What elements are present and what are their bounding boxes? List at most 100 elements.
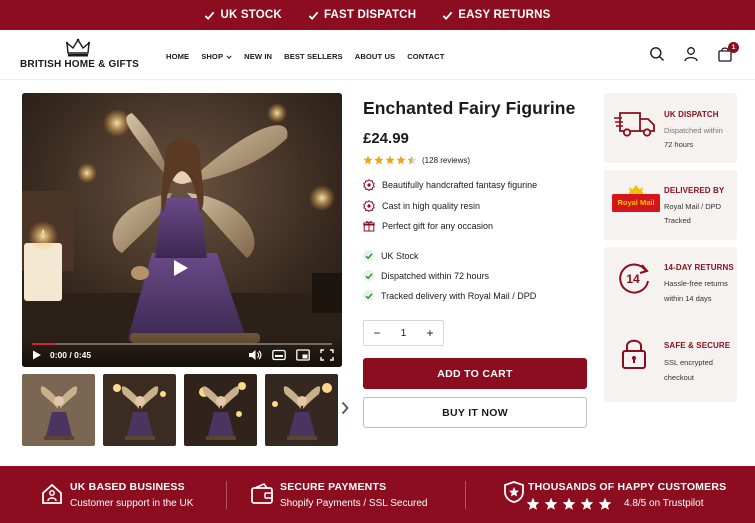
- rosette-icon: [363, 199, 375, 212]
- thumbnail-image: [22, 374, 95, 446]
- search-icon: [650, 47, 665, 62]
- check-icon: [205, 11, 215, 20]
- divider: [226, 481, 227, 509]
- card-line: within 14 days: [664, 294, 712, 303]
- perk-label: EASY RETURNS: [458, 9, 551, 21]
- quantity-decrease-button[interactable]: −: [372, 326, 382, 340]
- returns-days-badge: 14: [626, 272, 640, 286]
- perk-label: FAST DISPATCH: [323, 9, 417, 21]
- thumbnail-4[interactable]: [265, 374, 338, 446]
- thumbnail-1[interactable]: [22, 374, 95, 446]
- trust-subtitle: 4.8/5 on Trustpilot: [624, 498, 704, 509]
- feature-item: Beautifully handcrafted fantasy figurine: [363, 175, 588, 196]
- trust-title: THOUSANDS OF HAPPY CUSTOMERS: [528, 481, 727, 493]
- product-video-player[interactable]: 0:00 / 0:45: [22, 93, 342, 367]
- buy-it-now-button[interactable]: BUY IT NOW: [363, 397, 587, 428]
- nav-shop[interactable]: SHOP: [201, 52, 232, 61]
- feature-item: Perfect gift for any occasion: [363, 216, 588, 237]
- video-progress-bar[interactable]: [32, 343, 332, 345]
- thumbnail-image: [265, 374, 338, 446]
- card-line: SSL encrypted: [664, 358, 713, 367]
- nav-about-us[interactable]: ABOUT US: [355, 52, 395, 61]
- site-logo[interactable]: BRITISH HOME & GIFTS: [20, 38, 139, 70]
- quantity-increase-button[interactable]: +: [425, 326, 435, 340]
- star-icon: [363, 155, 373, 165]
- user-icon: [684, 47, 698, 62]
- perk-easy-returns: EASY RETURNS: [442, 9, 550, 21]
- card-line: Dispatched within: [664, 126, 723, 135]
- check-icon: [308, 11, 319, 20]
- thumbnail-2[interactable]: [103, 374, 176, 446]
- nav-best-sellers[interactable]: BEST SELLERS: [284, 52, 343, 61]
- nav-label: BEST SELLERS: [284, 52, 343, 61]
- check-badge: [363, 290, 374, 301]
- trust-title: SECURE PAYMENTS: [280, 481, 387, 493]
- check-label: UK Stock: [381, 250, 419, 261]
- delivery-check-list: UK Stock Dispatched within 72 hours Trac…: [363, 246, 588, 306]
- trust-subtitle: Customer support in the UK: [70, 498, 194, 509]
- chevron-right-icon[interactable]: [340, 401, 350, 415]
- card-delivered-by: Royal Mail DELIVERED BY Royal Mail / DPD…: [604, 170, 737, 240]
- card-uk-dispatch: UK DISPATCH Dispatched within 72 hours: [604, 93, 737, 163]
- captions-icon[interactable]: [272, 349, 286, 361]
- rosette-icon: [363, 179, 375, 192]
- delivery-truck-icon: [614, 112, 655, 137]
- card-title: 14-DAY RETURNS: [664, 263, 734, 272]
- nav-label: HOME: [166, 52, 190, 61]
- video-controls-right: [248, 349, 334, 361]
- royal-mail-logo-text: Royal Mail: [617, 198, 655, 207]
- home-icon: [42, 483, 62, 504]
- search-button[interactable]: [649, 46, 665, 62]
- thumbnail-3[interactable]: [184, 374, 257, 446]
- nav-label: NEW IN: [244, 52, 273, 61]
- wallet-icon: [251, 483, 273, 504]
- trustpilot-star-icon: [562, 497, 576, 510]
- product-thumbnails: [22, 374, 338, 446]
- picture-in-picture-icon[interactable]: [296, 349, 310, 361]
- check-icon: [365, 252, 373, 259]
- play-icon[interactable]: [173, 259, 189, 277]
- card-line: 72 hours: [664, 140, 694, 149]
- card-line: Tracked: [664, 216, 691, 225]
- nav-label: SHOP: [201, 52, 224, 61]
- card-line: Royal Mail / DPD: [664, 202, 722, 211]
- check-label: Tracked delivery with Royal Mail / DPD: [381, 290, 537, 301]
- star-icon: [407, 155, 417, 165]
- product-rating[interactable]: (128 reviews): [363, 155, 588, 165]
- nav-home[interactable]: HOME: [166, 52, 189, 61]
- quantity-value[interactable]: 1: [401, 328, 407, 339]
- volume-icon[interactable]: [248, 349, 262, 361]
- card-line: Hassle-free returns: [664, 279, 728, 288]
- cart-button[interactable]: 1: [717, 42, 739, 62]
- logo-text: BRITISH HOME & GIFTS: [20, 59, 139, 70]
- star-icon: [385, 155, 395, 165]
- header-actions: 1: [649, 42, 739, 62]
- perk-fast-dispatch: FAST DISPATCH: [308, 9, 416, 21]
- cart-count-badge: 1: [728, 42, 739, 53]
- account-button[interactable]: [683, 46, 699, 62]
- video-controls: 0:00 / 0:45: [22, 337, 342, 367]
- shield-star-icon: [504, 481, 524, 503]
- add-to-cart-button[interactable]: ADD TO CART: [363, 358, 587, 389]
- feature-item: Cast in high quality resin: [363, 196, 588, 217]
- play-small-icon[interactable]: [32, 350, 42, 360]
- feature-label: Cast in high quality resin: [382, 200, 481, 211]
- fullscreen-icon[interactable]: [320, 349, 334, 361]
- feature-list: Beautifully handcrafted fantasy figurine…: [363, 175, 588, 237]
- site-header: BRITISH HOME & GIFTS HOME SHOP NEW IN BE…: [0, 30, 755, 80]
- trustpilot-star-icon: [526, 497, 540, 510]
- product-price: £24.99: [363, 130, 409, 147]
- nav-label: ABOUT US: [354, 52, 396, 61]
- trust-item-uk-business: UK BASED BUSINESS Customer support in th…: [0, 466, 230, 523]
- star-icon: [374, 155, 384, 165]
- review-count: (128 reviews): [422, 155, 471, 165]
- trust-item-happy-customers: THOUSANDS OF HAPPY CUSTOMERS 4.8/5 on Tr…: [470, 466, 755, 523]
- check-icon: [365, 292, 373, 299]
- nav-new-in[interactable]: NEW IN: [244, 52, 272, 61]
- trustpilot-stars: [526, 497, 612, 511]
- card-title: DELIVERED BY: [664, 186, 725, 195]
- perk-uk-stock: UK STOCK: [204, 9, 282, 21]
- card-title: UK DISPATCH: [664, 110, 719, 119]
- nav-contact[interactable]: CONTACT: [407, 52, 444, 61]
- padlock-icon: [622, 339, 646, 369]
